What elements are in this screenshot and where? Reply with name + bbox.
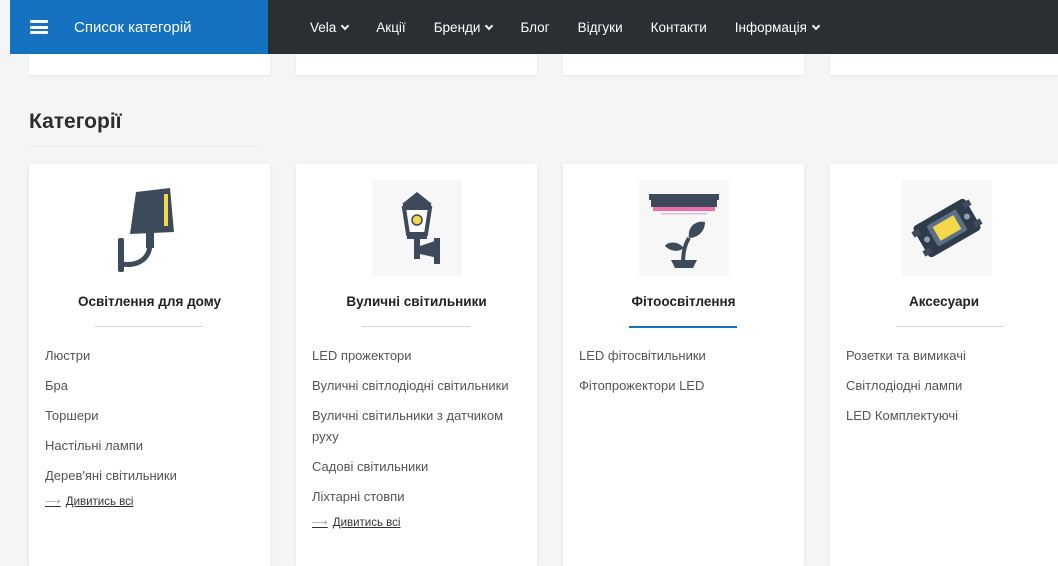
subcategory-link[interactable]: LED фітосвітильники bbox=[579, 345, 792, 366]
subcategory-link[interactable]: Світлодіодні лампи bbox=[846, 375, 1046, 396]
nav-item-reviews[interactable]: Відгуки bbox=[578, 20, 623, 35]
nav-item-label: Блог bbox=[520, 19, 550, 35]
see-all-label: Дивитись всі bbox=[332, 517, 401, 529]
subcategory-link[interactable]: Бра bbox=[45, 375, 258, 396]
category-card-street-lights: Вуличні світильники LED прожектори Вулич… bbox=[296, 164, 537, 566]
category-list-button[interactable]: Список категорій bbox=[10, 0, 268, 54]
category-image-link[interactable] bbox=[639, 180, 729, 276]
subcategory-link[interactable]: Садові світильники bbox=[312, 456, 525, 477]
subcategory-list: LED фітосвітильники Фітопрожектори LED bbox=[579, 345, 792, 405]
see-all-label: Дивитись всі bbox=[65, 496, 134, 508]
previous-card-bottom bbox=[830, 54, 1058, 75]
nav-item-information[interactable]: Інформація bbox=[734, 19, 821, 35]
see-all-link[interactable]: ⟶ Дивитись всі bbox=[312, 513, 525, 534]
nav-item-label: Відгуки bbox=[577, 19, 623, 35]
category-image-link[interactable] bbox=[372, 180, 462, 276]
nav-item-label: Vela bbox=[310, 19, 337, 35]
nav-item-promotions[interactable]: Акції bbox=[376, 20, 405, 35]
subcategory-list: Розетки та вимикачі Світлодіодні лампи L… bbox=[846, 345, 1046, 435]
category-image-link[interactable] bbox=[902, 180, 992, 276]
subcategory-link[interactable]: Торшери bbox=[45, 405, 258, 426]
category-image-link[interactable] bbox=[105, 180, 195, 276]
category-title[interactable]: Аксесуари bbox=[830, 294, 1058, 309]
title-underline bbox=[95, 326, 203, 327]
section-title: Категорії bbox=[29, 110, 122, 133]
category-list-label: Список категорій bbox=[74, 18, 192, 36]
arrow-right-icon: ⟶ bbox=[312, 517, 328, 529]
wall-sconce-icon bbox=[118, 188, 174, 272]
subcategory-link[interactable]: Люстри bbox=[45, 345, 258, 366]
previous-card-bottom bbox=[29, 54, 270, 75]
category-title[interactable]: Вуличні світильники bbox=[296, 294, 537, 309]
previous-card-bottom bbox=[296, 54, 537, 75]
category-card-accessories: Аксесуари Розетки та вимикачі Світлодіод… bbox=[830, 164, 1058, 566]
top-navigation-bar: Список категорій Vela Акції Бренди Блог … bbox=[10, 0, 1058, 54]
subcategory-link[interactable]: Ліхтарні стовпи bbox=[312, 486, 525, 507]
subcategory-list: Люстри Бра Торшери Настільні лампи Дерев… bbox=[45, 345, 258, 522]
subcategory-link[interactable]: Фітопрожектори LED bbox=[579, 375, 792, 396]
chevron-down-icon bbox=[341, 21, 350, 30]
street-lantern-icon bbox=[372, 180, 462, 276]
subcategory-link[interactable]: LED Комплектуючі bbox=[846, 405, 1046, 426]
subcategory-link[interactable]: Вуличні світлодіодні світильники bbox=[312, 375, 525, 396]
nav-item-label: Акції bbox=[376, 19, 406, 35]
subcategory-list: LED прожектори Вуличні світлодіодні світ… bbox=[312, 345, 525, 543]
category-title[interactable]: Фітоосвітлення bbox=[563, 294, 804, 309]
hamburger-menu-icon bbox=[30, 20, 48, 34]
led-chip-icon bbox=[902, 180, 992, 276]
chevron-down-icon bbox=[485, 21, 494, 30]
nav-item-blog[interactable]: Блог bbox=[520, 20, 549, 35]
arrow-right-icon: ⟶ bbox=[45, 496, 61, 508]
nav-item-brands[interactable]: Бренди bbox=[433, 19, 494, 35]
previous-card-bottom bbox=[563, 54, 804, 75]
title-underline bbox=[896, 326, 1004, 327]
see-all-link[interactable]: ⟶ Дивитись всі bbox=[45, 492, 258, 513]
nav-item-label: Бренди bbox=[433, 19, 481, 35]
category-card-phyto-lighting: Фітоосвітлення LED фітосвітильники Фітоп… bbox=[563, 164, 804, 566]
nav-item-label: Контакти bbox=[650, 19, 707, 35]
nav-item-label: Інформація bbox=[734, 19, 807, 35]
category-title[interactable]: Освітлення для дому bbox=[29, 294, 270, 309]
subcategory-link[interactable]: Вуличні світильники з датчиком руху bbox=[312, 405, 525, 447]
nav-item-vela[interactable]: Vela bbox=[310, 19, 350, 35]
subcategory-link[interactable]: Дерев'яні світильники bbox=[45, 465, 258, 486]
chevron-down-icon bbox=[811, 21, 821, 30]
title-underline bbox=[362, 326, 470, 327]
nav-item-contacts[interactable]: Контакти bbox=[651, 20, 707, 35]
subcategory-link[interactable]: LED прожектори bbox=[312, 345, 525, 366]
subcategory-link[interactable]: Настільні лампи bbox=[45, 435, 258, 456]
grow-light-plant-icon bbox=[639, 180, 729, 276]
category-card-home-lighting: Освітлення для дому Люстри Бра Торшери Н… bbox=[29, 164, 270, 566]
section-divider bbox=[29, 146, 259, 147]
main-nav: Vela Акції Бренди Блог Відгуки Контакти … bbox=[310, 20, 847, 35]
subcategory-link[interactable]: Розетки та вимикачі bbox=[846, 345, 1046, 366]
title-underline-active bbox=[629, 326, 737, 328]
